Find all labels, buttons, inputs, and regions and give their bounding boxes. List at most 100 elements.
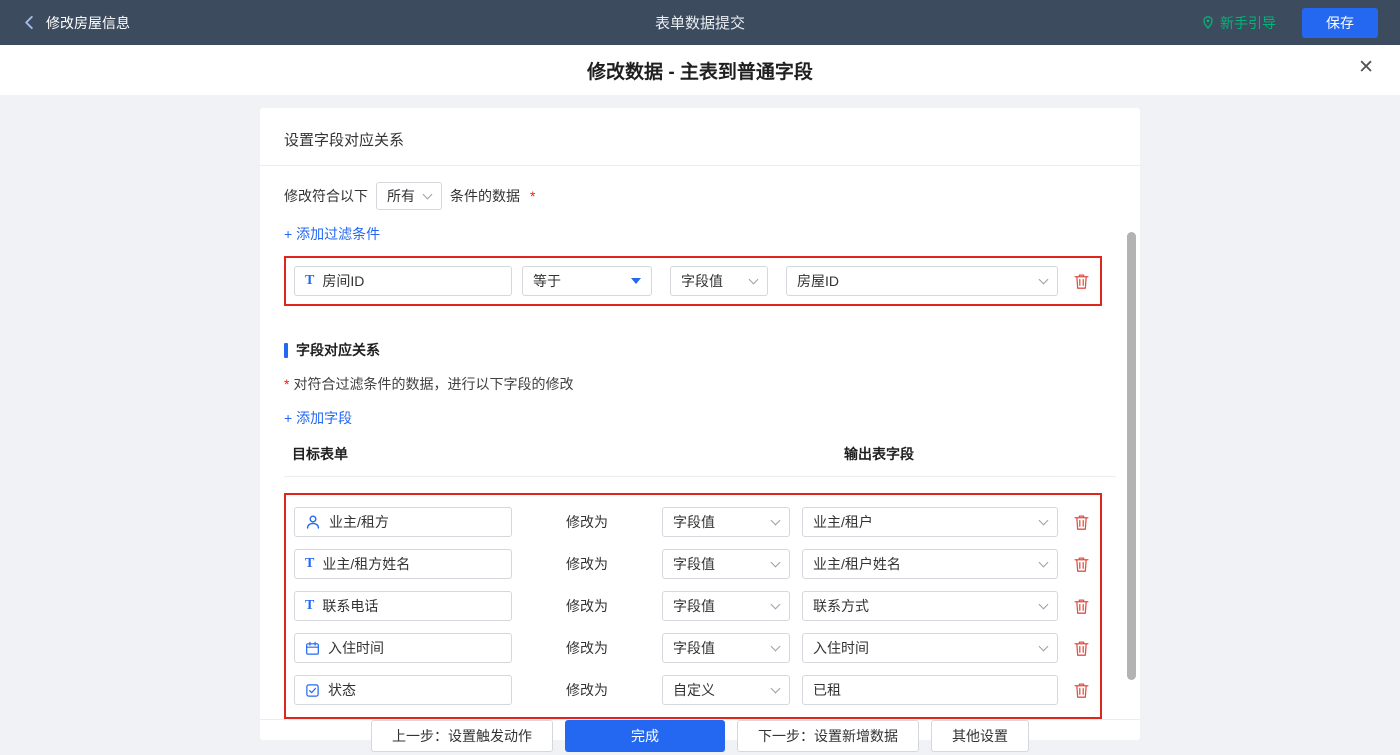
filter-field-value: 房间ID [322,271,364,291]
chevron-down-icon [771,641,781,651]
value-type: 自定义 [673,680,715,700]
filter-row: T 房间ID 等于 字段值 房屋ID [294,266,1092,296]
delete-row-icon[interactable] [1070,556,1092,573]
value-type: 字段值 [673,512,715,532]
back-button[interactable]: 修改房屋信息 [22,13,130,33]
location-pin-icon [1201,15,1215,30]
content-area: 设置字段对应关系 修改符合以下 所有 条件的数据 * + 添加过滤条件 T 房间… [0,95,1400,755]
value-type: 字段值 [673,554,715,574]
modal-header: 修改数据 - 主表到普通字段 ✕ [0,45,1400,95]
mapping-highlight-box: 业主/租方 修改为 字段值 业主/租户 [284,493,1102,719]
mapping-section-header: 字段对应关系 [284,340,1116,360]
chevron-down-icon [1039,557,1049,567]
config-card: 设置字段对应关系 修改符合以下 所有 条件的数据 * + 添加过滤条件 T 房间… [260,108,1140,740]
operator-select[interactable]: 等于 [522,266,652,296]
target-field-input[interactable]: 入住时间 [294,633,512,663]
mapping-row: T 业主/租方姓名 修改为 字段值 业主/租户姓名 [294,543,1092,585]
target-field-value: 业主/租方 [329,512,389,532]
output-field-select[interactable]: 业主/租户姓名 [802,549,1058,579]
output-field-value: 业主/租户 [813,512,873,532]
scrollbar[interactable] [1127,232,1136,680]
user-icon [305,514,321,530]
delete-row-icon[interactable] [1070,682,1092,699]
modal-title: 修改数据 - 主表到普通字段 [587,57,813,84]
delete-filter-icon[interactable] [1070,273,1092,290]
chevron-down-icon [1039,274,1049,284]
required-mark: * [284,376,289,392]
chevron-down-icon [1039,641,1049,651]
save-button[interactable]: 保存 [1302,8,1378,38]
filter-scope-select[interactable]: 所有 [376,182,442,210]
filter-value-type: 字段值 [681,271,723,291]
guide-label: 新手引导 [1220,13,1276,33]
value-type: 字段值 [673,638,715,658]
target-field-input[interactable]: T 联系电话 [294,591,512,621]
value-type: 字段值 [673,596,715,616]
text-icon: T [305,598,314,614]
target-field-input[interactable]: 状态 [294,675,512,705]
filter-highlight-box: T 房间ID 等于 字段值 房屋ID [284,256,1102,306]
mapping-description: *对符合过滤条件的数据，进行以下字段的修改 [284,374,1116,394]
action-label: 修改为 [512,554,662,574]
delete-row-icon[interactable] [1070,598,1092,615]
delete-row-icon[interactable] [1070,514,1092,531]
add-field-link[interactable]: + 添加字段 [284,408,352,428]
card-section-title: 设置字段对应关系 [260,108,1140,166]
add-filter-link[interactable]: + 添加过滤条件 [284,224,380,244]
action-label: 修改为 [512,680,662,700]
output-field-select[interactable]: 业主/租户 [802,507,1058,537]
back-label: 修改房屋信息 [46,13,130,33]
required-mark: * [530,188,535,204]
delete-row-icon[interactable] [1070,640,1092,657]
value-type-select[interactable]: 字段值 [662,633,790,663]
column-target-form: 目标表单 [292,446,348,462]
mapping-section-title: 字段对应关系 [296,340,380,360]
filter-value-field: 房屋ID [797,271,839,291]
mapping-row: 入住时间 修改为 字段值 入住时间 [294,627,1092,669]
filter-suffix-label: 条件的数据 [450,186,520,206]
output-field-value: 入住时间 [813,638,869,658]
mapping-row: 业主/租方 修改为 字段值 业主/租户 [294,501,1092,543]
text-field-icon: T [305,273,314,289]
topbar: 修改房屋信息 表单数据提交 新手引导 保存 [0,0,1400,45]
value-type-select[interactable]: 自定义 [662,675,790,705]
action-label: 修改为 [512,638,662,658]
caret-down-icon [631,278,641,284]
output-field-select[interactable]: 联系方式 [802,591,1058,621]
prev-step-button[interactable]: 上一步：设置触发动作 [371,720,553,752]
target-field-value: 联系电话 [322,596,378,616]
chevron-down-icon [1039,515,1049,525]
custom-value: 已租 [813,680,841,700]
target-field-input[interactable]: 业主/租方 [294,507,512,537]
close-icon[interactable]: ✕ [1358,58,1374,77]
mapping-column-headers: 目标表单 输出表字段 [284,444,1116,477]
done-button[interactable]: 完成 [565,720,725,752]
chevron-down-icon [771,557,781,567]
output-field-value: 联系方式 [813,596,869,616]
text-icon: T [305,556,314,572]
custom-value-input[interactable]: 已租 [802,675,1058,705]
next-step-button[interactable]: 下一步：设置新增数据 [737,720,919,752]
mapping-description-text: 对符合过滤条件的数据，进行以下字段的修改 [293,376,573,392]
filter-prefix-label: 修改符合以下 [284,186,368,206]
action-label: 修改为 [512,512,662,532]
filter-value-type-select[interactable]: 字段值 [670,266,768,296]
operator-value: 等于 [533,271,561,291]
filter-scope-value: 所有 [387,186,415,206]
other-settings-button[interactable]: 其他设置 [931,720,1029,752]
card-footer: 上一步：设置触发动作 完成 下一步：设置新增数据 其他设置 [260,719,1140,752]
chevron-down-icon [1039,599,1049,609]
calendar-icon [305,641,320,656]
beginner-guide-button[interactable]: 新手引导 [1201,13,1276,33]
output-field-select[interactable]: 入住时间 [802,633,1058,663]
filter-value-field-select[interactable]: 房屋ID [786,266,1058,296]
target-field-value: 入住时间 [328,638,384,658]
topbar-title: 表单数据提交 [0,12,1400,33]
value-type-select[interactable]: 字段值 [662,507,790,537]
value-type-select[interactable]: 字段值 [662,549,790,579]
value-type-select[interactable]: 字段值 [662,591,790,621]
filter-field-input[interactable]: T 房间ID [294,266,512,296]
chevron-down-icon [771,683,781,693]
section-accent-bar [284,343,288,358]
target-field-input[interactable]: T 业主/租方姓名 [294,549,512,579]
